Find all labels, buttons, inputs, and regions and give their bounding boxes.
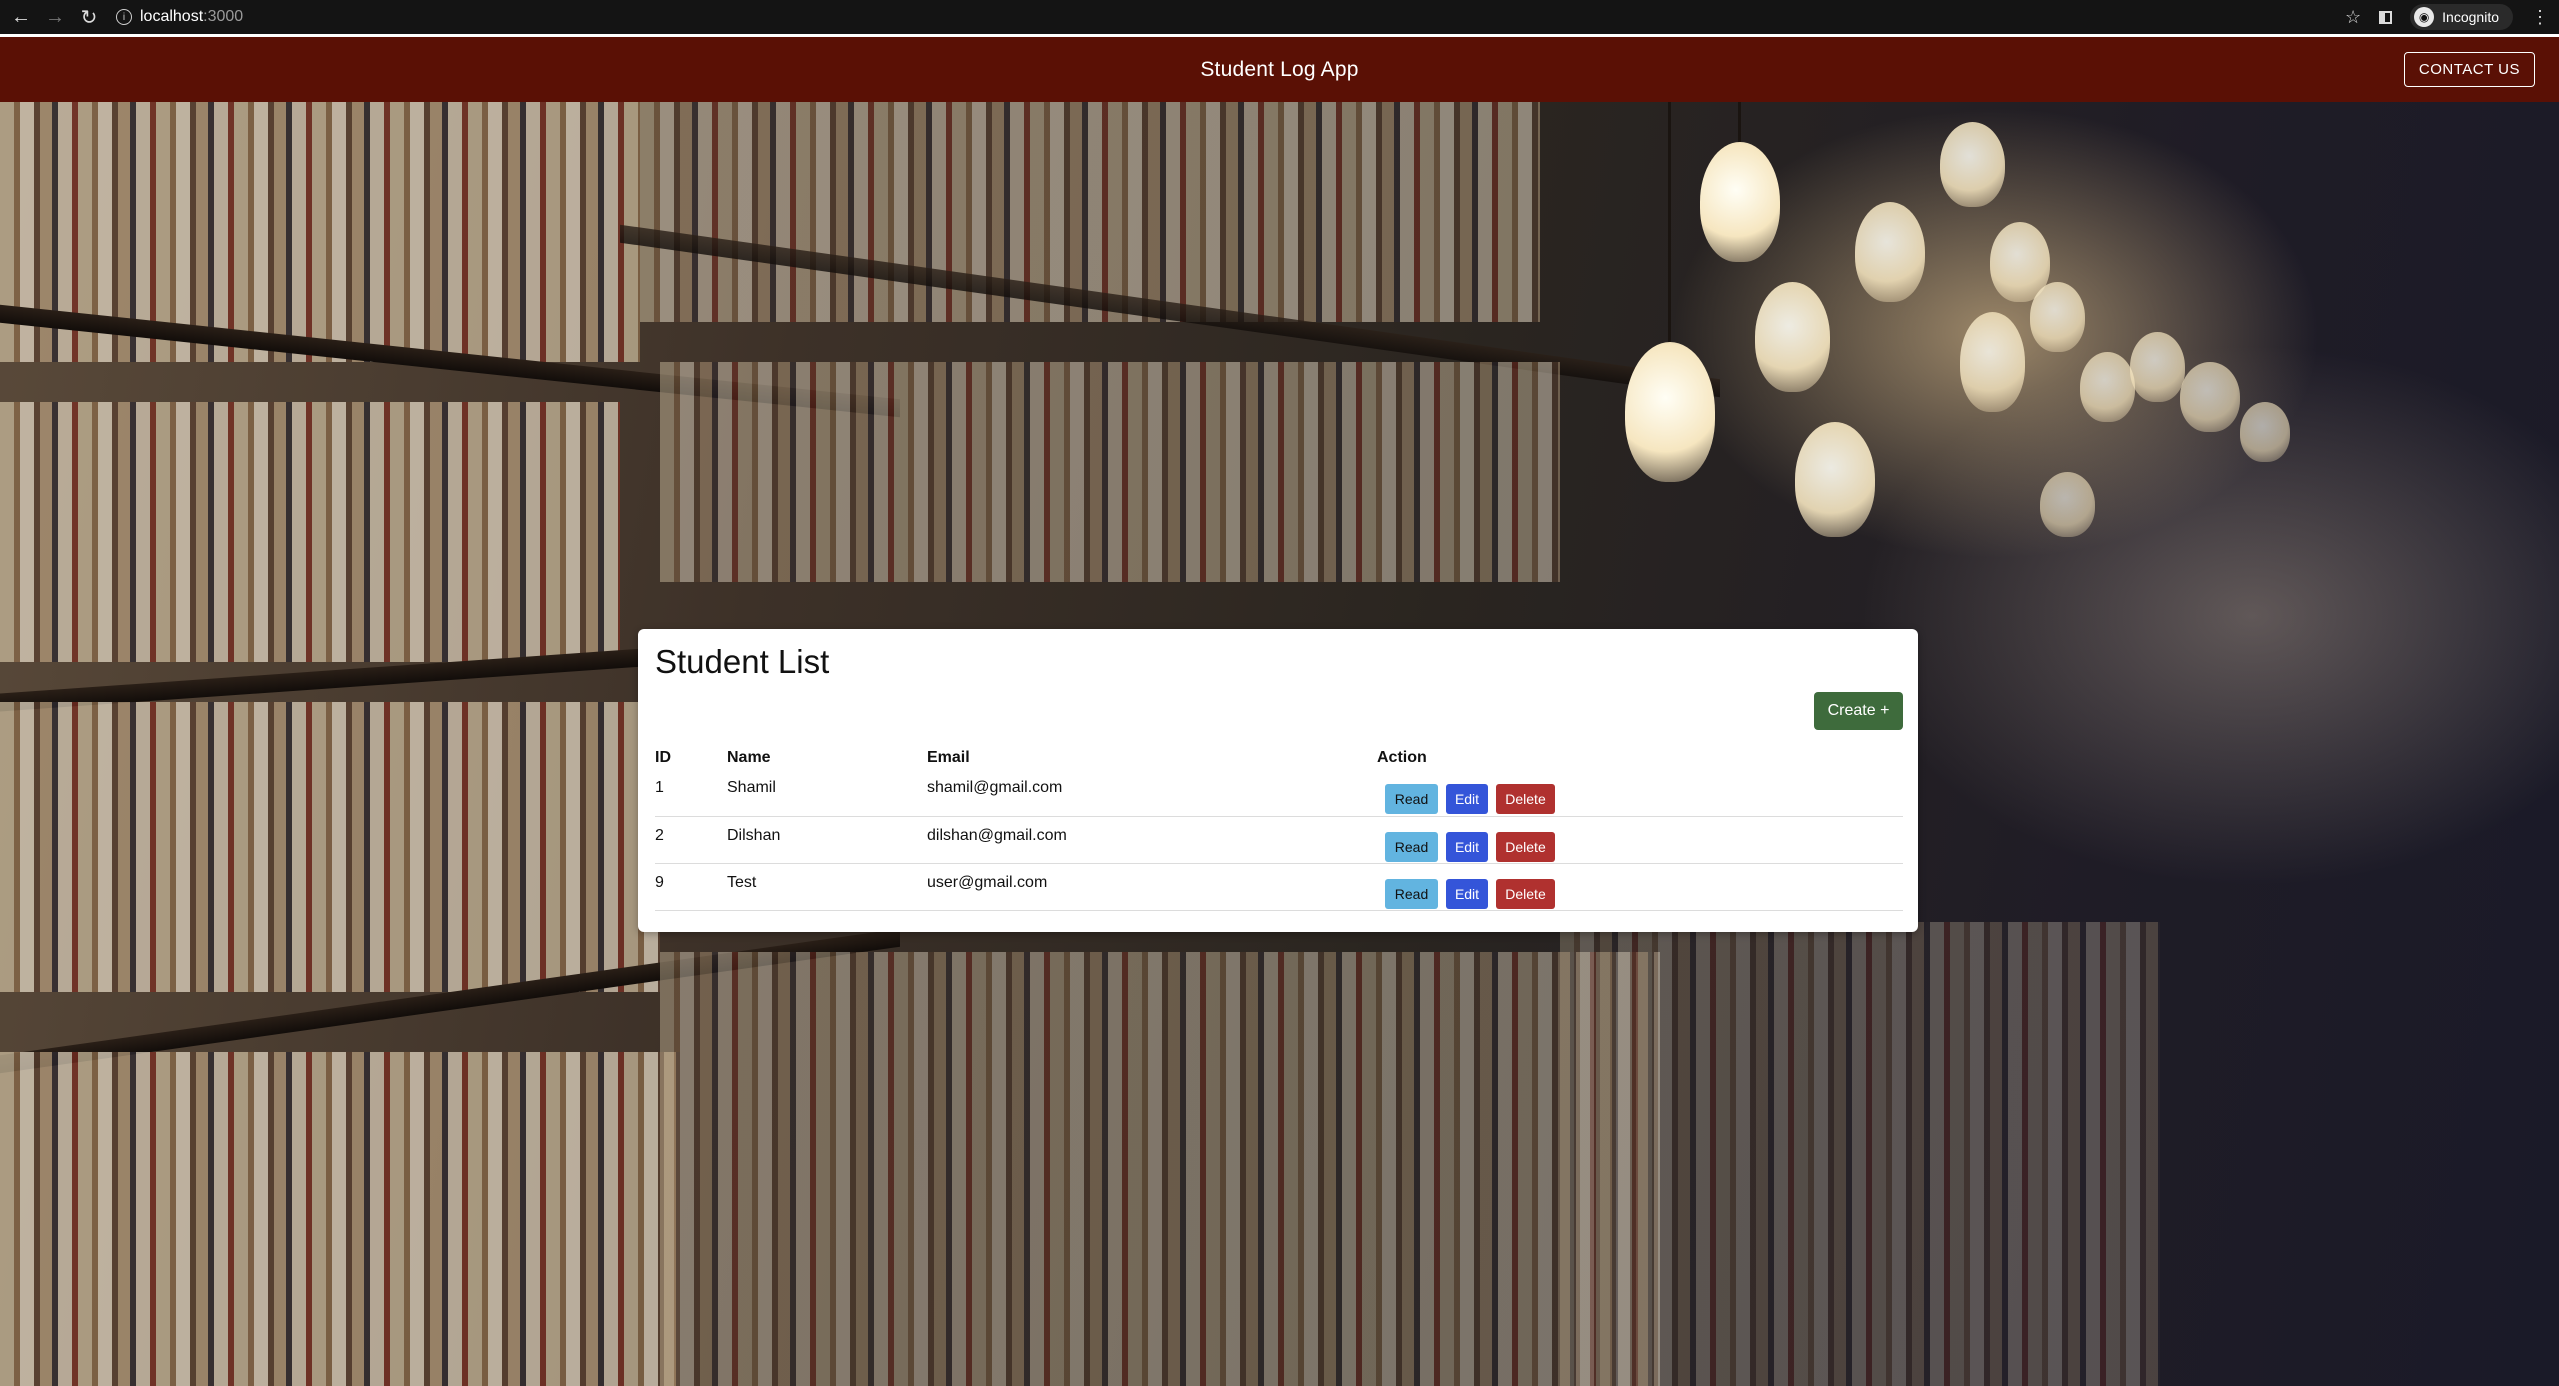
page-title: Student List: [655, 643, 830, 680]
student-email: shamil@gmail.com: [927, 769, 1377, 817]
students-table: ID Name Email Action 1 Shamil shamil@gma…: [655, 731, 1903, 911]
student-id: 9: [655, 863, 727, 911]
bookmark-star-icon[interactable]: ☆: [2345, 7, 2361, 28]
table-row: 1 Shamil shamil@gmail.com Read Edit Dele…: [655, 769, 1903, 817]
student-name: Test: [727, 863, 927, 911]
student-name: Dilshan: [727, 816, 927, 864]
column-header-id: ID: [655, 749, 671, 766]
column-header-email: Email: [927, 749, 970, 766]
student-id: 1: [655, 769, 727, 817]
table-row: 2 Dilshan dilshan@gmail.com Read Edit De…: [655, 816, 1903, 864]
incognito-profile-button[interactable]: ◉ Incognito: [2410, 4, 2513, 30]
row-actions: Read Edit Delete: [1377, 816, 1903, 864]
side-panel-icon[interactable]: [2379, 10, 2393, 24]
url-host: localhost: [140, 8, 204, 25]
edit-button[interactable]: Edit: [1446, 831, 1488, 862]
edit-button[interactable]: Edit: [1446, 784, 1488, 814]
delete-button[interactable]: Delete: [1496, 831, 1555, 862]
app-title: Student Log App: [1200, 57, 1359, 81]
student-name: Shamil: [727, 769, 927, 817]
contact-us-button[interactable]: CONTACT US: [2403, 52, 2535, 87]
site-info-icon[interactable]: i: [116, 9, 132, 25]
row-actions: Read Edit Delete: [1377, 769, 1903, 817]
app-header: Student Log App CONTACT US: [0, 37, 2559, 102]
browser-menu-icon[interactable]: ⋮: [2531, 7, 2549, 28]
student-list-card: Student List Create + ID Name Email Acti…: [638, 629, 1918, 932]
student-email: dilshan@gmail.com: [927, 816, 1377, 864]
incognito-icon: ◉: [2414, 7, 2435, 27]
edit-button[interactable]: Edit: [1446, 878, 1488, 909]
row-actions: Read Edit Delete: [1377, 863, 1903, 911]
create-student-button[interactable]: Create +: [1814, 692, 1903, 730]
delete-button[interactable]: Delete: [1496, 784, 1555, 814]
browser-toolbar: ← → ↻ i localhost:3000 ☆ ◉ Incognito ⋮: [0, 0, 2559, 34]
column-header-name: Name: [727, 749, 771, 766]
table-row: 9 Test user@gmail.com Read Edit Delete: [655, 863, 1903, 911]
read-button[interactable]: Read: [1385, 878, 1438, 909]
column-header-action: Action: [1377, 749, 1427, 766]
student-email: user@gmail.com: [927, 863, 1377, 911]
address-bar[interactable]: i localhost:3000: [116, 4, 243, 30]
url-port: :3000: [203, 8, 244, 25]
reload-icon[interactable]: ↻: [76, 4, 102, 30]
back-icon[interactable]: ←: [8, 4, 34, 30]
forward-icon[interactable]: →: [42, 4, 68, 30]
read-button[interactable]: Read: [1385, 784, 1438, 814]
incognito-label: Incognito: [2442, 9, 2499, 25]
student-id: 2: [655, 816, 727, 864]
read-button[interactable]: Read: [1385, 831, 1438, 862]
delete-button[interactable]: Delete: [1496, 878, 1555, 909]
table-header-row: ID Name Email Action: [655, 731, 1903, 769]
